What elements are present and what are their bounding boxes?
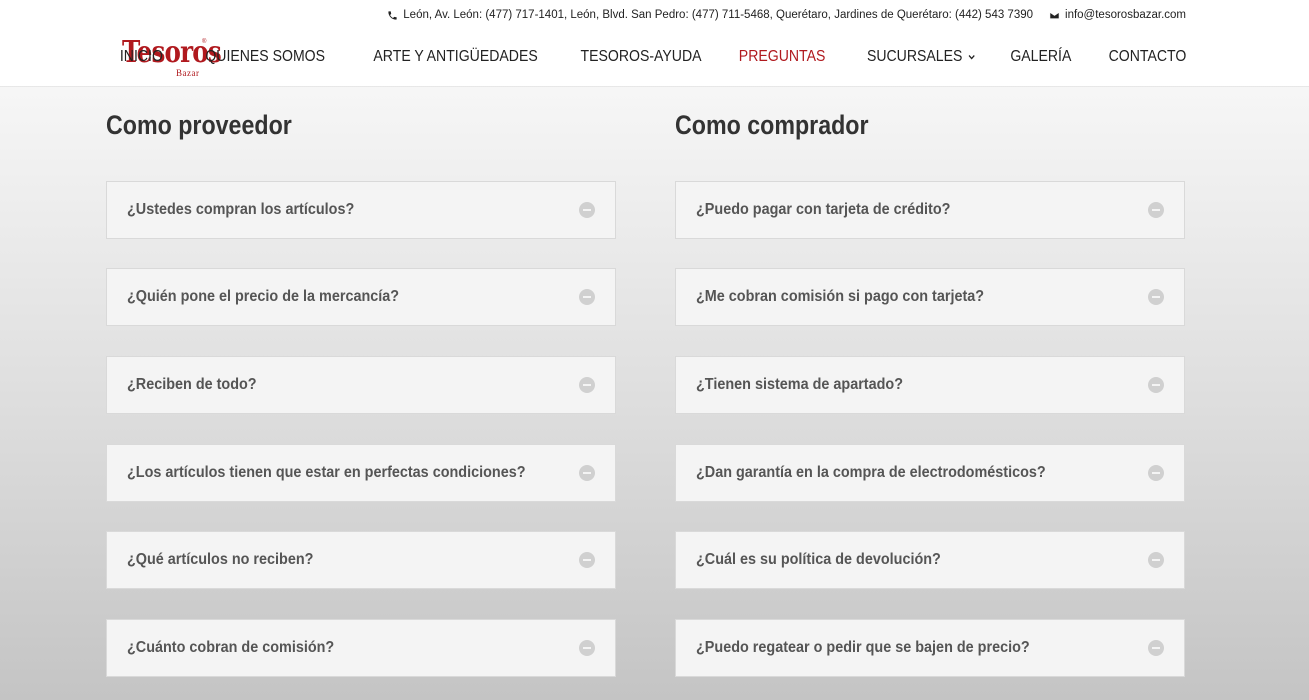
phone-item: León, Av. León: (477) 717-1401, León, Bl… <box>387 9 1033 21</box>
toggle-icon[interactable] <box>579 465 595 481</box>
contact-info: León, Av. León: (477) 717-1401, León, Bl… <box>387 9 1186 21</box>
faq-question: ¿Dan garantía en la compra de electrodom… <box>696 464 1046 481</box>
faq-toggle[interactable]: ¿Los artículos tienen que estar en perfe… <box>106 444 616 502</box>
logo-subtitle: Bazar <box>176 68 200 78</box>
faq-toggle[interactable]: ¿Me cobran comisión si pago con tarjeta? <box>675 268 1185 326</box>
toggle-icon[interactable] <box>579 377 595 393</box>
faq-question: ¿Reciben de todo? <box>127 376 257 393</box>
site-header: Tesoros ® Bazar INICIO QUIENES SOMOS ART… <box>0 32 1309 86</box>
toggle-icon[interactable] <box>1148 202 1164 218</box>
toggle-icon[interactable] <box>1148 289 1164 305</box>
nav-item-tesoros-ayuda[interactable]: TESOROS-AYUDA <box>580 48 701 66</box>
logo-registered: ® <box>202 39 207 45</box>
main-nav: INICIO QUIENES SOMOS ARTE Y ANTIGÜEDADES… <box>88 48 1186 66</box>
faq-toggle[interactable]: ¿Cuánto cobran de comisión? <box>106 619 616 677</box>
faq-question: ¿Tienen sistema de apartado? <box>696 376 903 393</box>
nav-item-sucursales-label: SUCURSALES <box>866 48 963 65</box>
faq-question: ¿Me cobran comisión si pago con tarjeta? <box>696 288 985 305</box>
toggle-icon[interactable] <box>1148 465 1164 481</box>
chevron-down-icon <box>968 55 976 60</box>
nav-item-inicio[interactable]: INICIO <box>120 48 163 66</box>
faq-toggle[interactable]: ¿Cuál es su política de devolución? <box>675 531 1185 589</box>
envelope-icon <box>1049 11 1060 19</box>
faq-question: ¿Cuál es su política de devolución? <box>696 551 941 568</box>
toggle-icon[interactable] <box>579 552 595 568</box>
nav-item-contacto[interactable]: CONTACTO <box>1108 48 1186 66</box>
faq-question: ¿Ustedes compran los artículos? <box>127 201 355 218</box>
faq-toggle[interactable]: ¿Puedo regatear o pedir que se bajen de … <box>675 619 1185 677</box>
faq-question: ¿Los artículos tienen que estar en perfe… <box>127 464 526 481</box>
faq-toggle[interactable]: ¿Reciben de todo? <box>106 356 616 414</box>
proveedor-heading: Como proveedor <box>106 110 292 140</box>
faq-question: ¿Cuánto cobran de comisión? <box>127 639 335 656</box>
email-link[interactable]: info@tesorosbazar.com <box>1065 9 1186 21</box>
nav-item-preguntas[interactable]: PREGUNTAS <box>739 48 826 66</box>
faq-toggle[interactable]: ¿Qué artículos no reciben? <box>106 531 616 589</box>
toggle-icon[interactable] <box>1148 640 1164 656</box>
faq-toggle[interactable]: ¿Quién pone el precio de la mercancía? <box>106 268 616 326</box>
nav-item-quienes-somos[interactable]: QUIENES SOMOS <box>206 48 326 66</box>
nav-item-sucursales[interactable]: SUCURSALES <box>867 48 977 66</box>
toggle-icon[interactable] <box>579 640 595 656</box>
faq-question: ¿Qué artículos no reciben? <box>127 551 314 568</box>
faq-toggle[interactable]: ¿Ustedes compran los artículos? <box>106 181 616 239</box>
phone-text: León, Av. León: (477) 717-1401, León, Bl… <box>403 9 1034 21</box>
phone-icon <box>388 10 397 20</box>
nav-item-galeria[interactable]: GALERÍA <box>1011 48 1072 66</box>
toggle-icon[interactable] <box>579 202 595 218</box>
nav-item-arte-antiguedades[interactable]: ARTE Y ANTIGÜEDADES <box>374 48 538 66</box>
faq-question: ¿Puedo pagar con tarjeta de crédito? <box>696 201 951 218</box>
faq-toggle[interactable]: ¿Puedo pagar con tarjeta de crédito? <box>675 181 1185 239</box>
toggle-icon[interactable] <box>1148 377 1164 393</box>
proveedor-section: Como proveedor ¿Ustedes compran los artí… <box>106 110 616 677</box>
email-item[interactable]: info@tesorosbazar.com <box>1049 9 1186 21</box>
faq-question: ¿Puedo regatear o pedir que se bajen de … <box>696 639 1030 656</box>
faq-toggle[interactable]: ¿Tienen sistema de apartado? <box>675 356 1185 414</box>
comprador-heading: Como comprador <box>675 110 869 140</box>
top-bar: León, Av. León: (477) 717-1401, León, Bl… <box>0 0 1309 32</box>
faq-question: ¿Quién pone el precio de la mercancía? <box>127 288 400 305</box>
faq-toggle[interactable]: ¿Dan garantía en la compra de electrodom… <box>675 444 1185 502</box>
toggle-icon[interactable] <box>579 289 595 305</box>
comprador-section: Como comprador ¿Puedo pagar con tarjeta … <box>675 110 1185 677</box>
toggle-icon[interactable] <box>1148 552 1164 568</box>
